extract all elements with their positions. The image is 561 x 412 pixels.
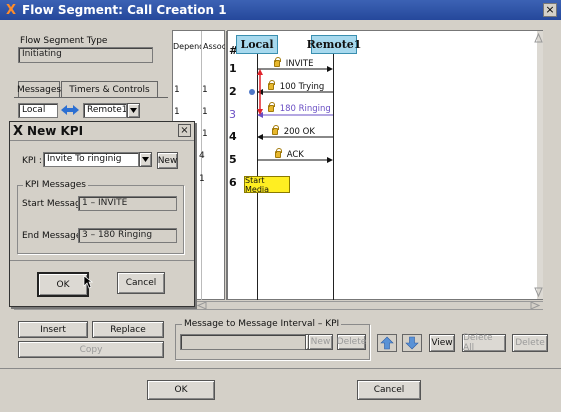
vertical-scrollbar[interactable] (537, 31, 543, 299)
kpi-red-arrowhead-top (257, 69, 263, 75)
kpi-ok-button[interactable]: OK (37, 272, 89, 297)
table-row[interactable]: 1 1 (174, 85, 226, 97)
kpi-label: KPI : (22, 156, 42, 166)
interval-kpi-label: Message to Message Interval – KPI (182, 319, 342, 329)
lane-header-remote1[interactable]: Remote1 (307, 35, 361, 54)
delete-all-button[interactable]: Delete All (462, 333, 506, 353)
kpi-dropdown-button[interactable] (139, 152, 152, 167)
table-header-depend[interactable]: Depend (173, 42, 201, 51)
cancel-button[interactable]: Cancel (357, 380, 421, 400)
table-header-associ[interactable]: Associ (203, 42, 225, 51)
move-up-button[interactable] (377, 334, 397, 352)
kpi-cancel-button[interactable]: Cancel (117, 272, 165, 294)
table-column-divider (201, 31, 202, 300)
row-number: 5 (229, 153, 237, 166)
table-row[interactable]: 4 (199, 151, 225, 163)
depend-cell: 4 (199, 151, 205, 161)
message-arrows (249, 66, 333, 163)
lane-header-local[interactable]: Local (236, 35, 278, 54)
scroll-left-icon[interactable] (196, 301, 210, 310)
copy-button[interactable]: Copy (18, 341, 164, 358)
invite-arrowhead (327, 66, 333, 72)
app-logo-icon: X (6, 2, 17, 18)
message-ack[interactable]: ACK (275, 148, 304, 160)
row-number: 6 (229, 176, 237, 189)
associ-cell: 1 (202, 129, 208, 139)
move-down-button[interactable] (402, 334, 422, 352)
ok-button[interactable]: OK (147, 380, 215, 400)
interval-delete-button[interactable]: Delete (337, 334, 366, 350)
window-title: Flow Segment: Call Creation 1 (22, 3, 227, 17)
message-180-ringing[interactable]: 180 Ringing (268, 102, 331, 114)
depend-cell: 1 (174, 85, 180, 95)
kpi-dialog-divider (10, 260, 194, 261)
view-button[interactable]: View (429, 334, 455, 352)
start-message-field: 1 – INVITE (78, 196, 177, 211)
x-logo-icon: X (13, 123, 24, 139)
associ-cell: 1 (202, 107, 208, 117)
ack-arrowhead (327, 157, 333, 163)
table-row[interactable]: 1 (199, 174, 225, 186)
from-endpoint-field[interactable]: Local (18, 103, 58, 118)
kpi-dialog-close-button[interactable]: × (178, 124, 191, 137)
scroll-down-icon[interactable] (534, 286, 543, 298)
kpi-blue-marker (249, 89, 255, 95)
replace-button[interactable]: Replace (92, 321, 164, 338)
lock-icon (268, 80, 275, 90)
kpi-dialog-title: New KPI (27, 124, 84, 138)
arrow-up-icon (380, 336, 394, 350)
scroll-up-icon[interactable] (534, 32, 543, 44)
kpi-new-button[interactable]: New (157, 152, 178, 169)
depend-cell: 1 (199, 174, 205, 184)
footer-divider (0, 368, 561, 369)
kpi-select[interactable]: Invite To ringinig (43, 152, 139, 167)
arrow-down-icon (405, 336, 419, 350)
kpi-dialog-title-bar: X New KPI (10, 122, 194, 141)
to-endpoint-select[interactable]: Remote1 (83, 103, 127, 118)
depend-cell: 1 (174, 107, 180, 117)
row-number: 4 (229, 130, 237, 143)
to-endpoint-dropdown-button[interactable] (127, 103, 140, 118)
scroll-right-icon[interactable] (527, 301, 541, 310)
delete-button[interactable]: Delete (512, 334, 548, 352)
start-media-box[interactable]: Start Media (244, 176, 290, 194)
window-title-bar: X Flow Segment: Call Creation 1 (0, 0, 561, 20)
end-message-field: 3 – 180 Ringing (78, 228, 177, 243)
lock-icon (275, 148, 282, 158)
interval-kpi-select[interactable] (180, 334, 315, 350)
message-invite[interactable]: INVITE (274, 57, 313, 69)
row-number: 1 (229, 62, 237, 75)
message-200-ok[interactable]: 200 OK (272, 125, 315, 137)
table-row[interactable]: 1 1 (174, 107, 226, 119)
ok-arrowhead (257, 134, 263, 140)
lock-icon (274, 57, 281, 67)
swap-direction-icon[interactable] (61, 103, 79, 117)
message-100-trying[interactable]: 100 Trying (268, 80, 324, 92)
kpi-messages-group-title: KPI Messages (23, 180, 88, 190)
associ-cell: 1 (202, 85, 208, 95)
row-number: 2 (229, 85, 237, 98)
flow-type-field: Initiating (18, 47, 153, 63)
mouse-cursor-icon (83, 275, 93, 289)
insert-button[interactable]: Insert (18, 321, 88, 338)
tab-messages[interactable]: Messages (17, 81, 61, 98)
lock-icon (268, 102, 275, 112)
lock-icon (272, 125, 279, 135)
tab-timers-controls[interactable]: Timers & Controls (61, 81, 158, 98)
window-close-button[interactable]: × (543, 3, 557, 17)
row-number: 3 (229, 108, 236, 121)
flow-type-label: Flow Segment Type (20, 36, 108, 46)
interval-new-button[interactable]: New (308, 334, 333, 350)
table-row[interactable]: 1 1 (195, 129, 225, 141)
